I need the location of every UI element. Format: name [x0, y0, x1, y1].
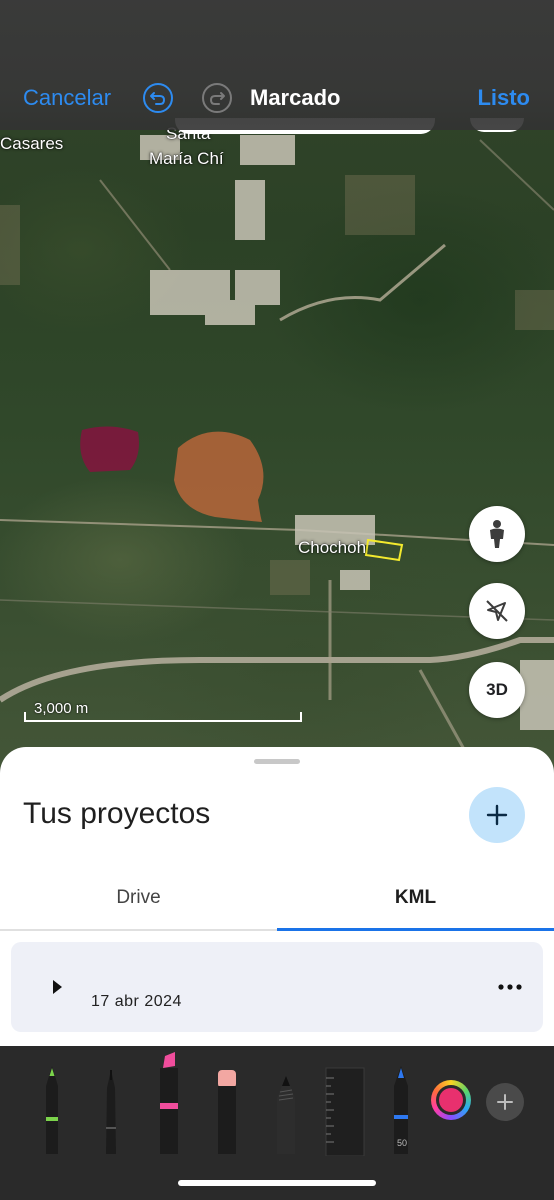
eraser-tool-icon[interactable] [212, 1046, 242, 1156]
fineliner-tool-icon[interactable] [97, 1046, 125, 1156]
stroke-width-label: 50 [396, 1138, 407, 1148]
sheet-drag-handle[interactable] [254, 759, 300, 764]
color-picker-inner [436, 1085, 466, 1115]
drawing-tool-palette: 50 [0, 1046, 554, 1200]
add-tool-button[interactable] [486, 1083, 524, 1121]
location-button[interactable] [469, 583, 525, 639]
pencil-tool-icon[interactable] [271, 1046, 301, 1156]
project-date: 17 abr 2024 [91, 993, 182, 1010]
projects-sheet: Tus proyectos Drive KML 17 abr 2024 [0, 747, 554, 1047]
3d-toggle-button[interactable]: 3D [469, 662, 525, 718]
map-label-maria-chi: María Chí [149, 149, 224, 168]
tab-drive[interactable]: Drive [0, 867, 277, 929]
plus-icon [497, 1094, 513, 1110]
markup-toolbar: Cancelar Marcado Listo [0, 0, 554, 130]
new-project-button[interactable] [469, 787, 525, 843]
color-picker-button[interactable] [431, 1080, 471, 1120]
map-scale: 3,000 m [24, 700, 304, 722]
home-indicator[interactable] [178, 1180, 376, 1186]
more-horizontal-icon [498, 984, 522, 990]
expand-arrow-icon[interactable] [53, 980, 62, 994]
redo-button[interactable] [202, 83, 232, 113]
pen-tool-icon[interactable] [38, 1046, 66, 1156]
ruler-tool-icon[interactable] [322, 1046, 366, 1156]
pegman-icon [490, 520, 504, 548]
source-tabs: Drive KML [0, 867, 554, 931]
more-options-button[interactable] [495, 972, 525, 1002]
scale-label: 3,000 m [34, 700, 89, 717]
street-view-button[interactable] [469, 506, 525, 562]
tab-kml[interactable]: KML [277, 867, 554, 931]
redo-icon [209, 92, 225, 105]
map-label-casares: Casares [0, 134, 64, 153]
undo-icon [150, 92, 166, 105]
done-button[interactable]: Listo [477, 85, 530, 111]
marker-tool-icon[interactable] [154, 1046, 184, 1156]
project-item[interactable]: 17 abr 2024 [11, 942, 543, 1032]
plus-icon [486, 804, 508, 826]
undo-button[interactable] [143, 83, 173, 113]
map-label-chochoh: Chochoh [298, 538, 367, 557]
selected-color-swatch [439, 1088, 463, 1112]
sheet-title: Tus proyectos [23, 797, 211, 830]
cancel-button[interactable]: Cancelar [23, 85, 111, 111]
3d-label: 3D [486, 680, 508, 699]
location-off-icon [486, 600, 508, 622]
page-title: Marcado [250, 85, 341, 110]
